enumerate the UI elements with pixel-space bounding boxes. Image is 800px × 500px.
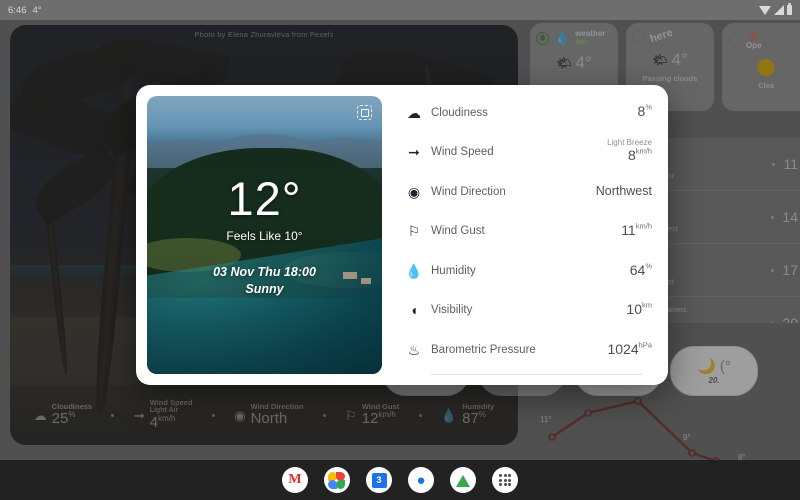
detail-unit: %: [645, 261, 652, 271]
detail-label: Wind Gust: [431, 225, 485, 238]
detail-row-wind-gust: ⚐ Wind Gust 11km/h: [397, 214, 652, 249]
battery-icon: [787, 3, 792, 15]
wind-icon: ➞: [408, 144, 420, 161]
map-pin-icon: ●: [416, 471, 426, 489]
status-time: 6:46: [8, 4, 27, 16]
signal-icon: [774, 5, 784, 15]
hero-image: 12° Feels Like 10° 03 Nov Thu 18:00 Sunn…: [147, 96, 382, 374]
detail-row-visibility: ◖ Visibility 10km: [397, 293, 652, 328]
status-bar: 6:46 4°: [0, 0, 800, 20]
calendar-icon: 3: [371, 472, 387, 488]
hero-temperature: 12°: [227, 171, 302, 225]
visibility-icon: ◖: [409, 302, 419, 319]
popup-hero-pane: 12° Feels Like 10° 03 Nov Thu 18:00 Sunn…: [136, 85, 393, 385]
detail-value: 8: [627, 147, 636, 164]
detail-row-barometric-pressure: ♨ Barometric Pressure 1024hPa: [397, 332, 652, 367]
hero-feels-like: Feels Like 10°: [226, 228, 303, 243]
taskbar-app-maps[interactable]: ●: [408, 467, 434, 493]
hero-text-block: 12° Feels Like 10° 03 Nov Thu 18:00 Sunn…: [147, 96, 382, 374]
wifi-icon: [759, 5, 771, 15]
detail-unit: km/h: [635, 221, 652, 231]
status-temp: 4°: [32, 4, 42, 16]
detail-row-cloudiness: ☁ Cloudiness 8%: [397, 95, 652, 130]
detail-label: Cloudiness: [431, 106, 488, 119]
detail-row-wind-speed: ➞ Wind Speed Light Breeze 8km/h: [397, 135, 652, 170]
detail-unit: km/h: [635, 147, 652, 157]
taskbar-app-gmail[interactable]: [282, 467, 308, 493]
detail-row-humidity: 💧 Humidity 64%: [397, 253, 652, 288]
detail-label: Humidity: [431, 264, 476, 277]
detail-value: 10: [626, 301, 642, 318]
pressure-icon: ♨: [407, 341, 421, 358]
hero-condition: Sunny: [245, 281, 284, 296]
taskbar-app-drive[interactable]: [450, 467, 476, 493]
popup-details-pane: ☁ Cloudiness 8% ➞ Wind Speed Light Breez…: [393, 85, 668, 385]
detail-value: 1024: [607, 340, 639, 357]
weather-detail-popup: 12° Feels Like 10° 03 Nov Thu 18:00 Sunn…: [136, 85, 668, 385]
detail-value: 11: [621, 221, 636, 238]
taskbar-app-drawer[interactable]: [492, 467, 518, 493]
cloud-icon: ☁: [407, 104, 421, 121]
detail-label: Visibility: [431, 304, 473, 317]
detail-label: Barometric Pressure: [431, 343, 536, 356]
gust-flag-icon: ⚐: [407, 223, 421, 240]
hero-datetime: 03 Nov Thu 18:00: [213, 264, 316, 279]
compass-icon: ◉: [407, 183, 421, 200]
taskbar: 3 ●: [0, 460, 800, 500]
detail-unit: km: [642, 300, 652, 310]
details-divider: [431, 373, 642, 375]
detail-unit: hPa: [638, 340, 652, 350]
detail-label: Wind Direction: [431, 185, 506, 198]
taskbar-app-photos[interactable]: [324, 467, 350, 493]
detail-unit: %: [645, 102, 652, 112]
detail-value: 64: [629, 261, 646, 278]
detail-label: Wind Speed: [431, 146, 494, 159]
humidity-icon: 💧: [405, 262, 423, 279]
taskbar-app-calendar[interactable]: 3: [366, 467, 392, 493]
screen: 6:46 4° Photo by Elena Zhuravleva from P…: [0, 0, 800, 500]
detail-value: Northwest: [595, 184, 652, 199]
detail-row-wind-direction: ◉ Wind Direction Northwest: [397, 174, 652, 209]
detail-sub: Light Breeze: [607, 138, 652, 148]
